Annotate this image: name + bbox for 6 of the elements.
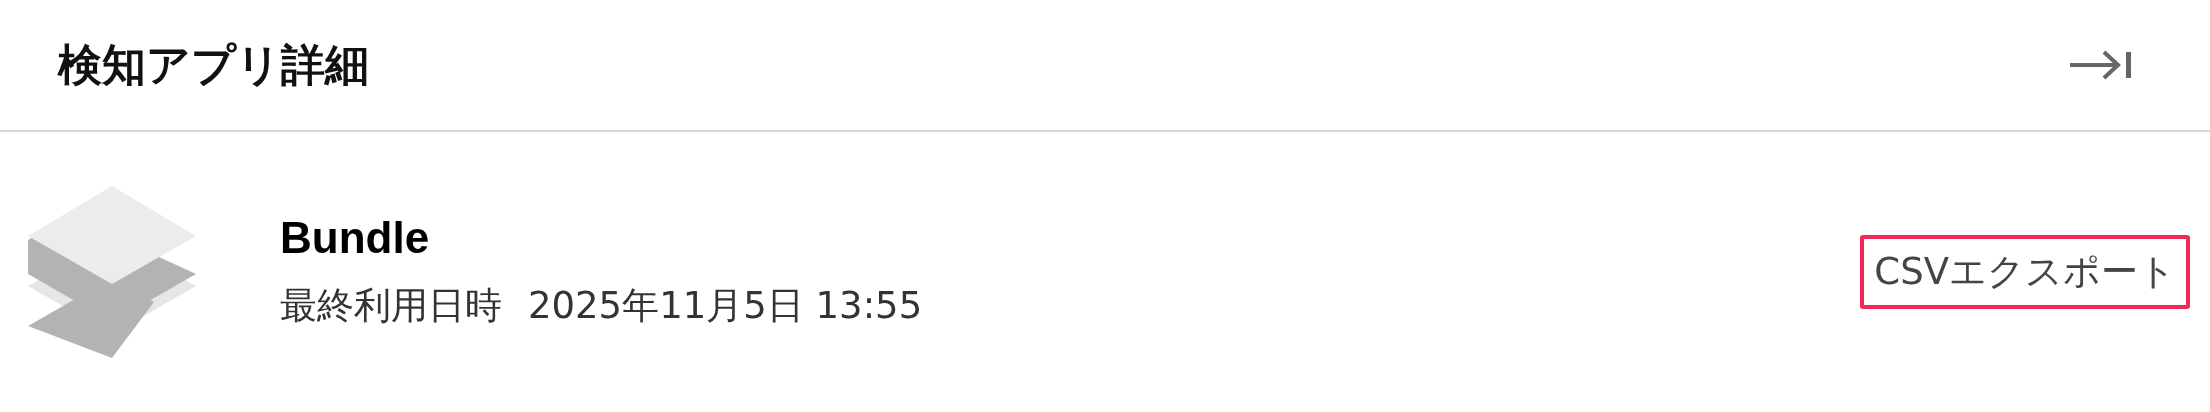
app-name: Bundle — [280, 213, 431, 263]
layers-icon — [28, 186, 196, 358]
csv-export-button[interactable]: CSVエクスポート — [1860, 235, 2190, 309]
last-used-value: 2025年11月5日 13:55 — [528, 283, 923, 329]
last-used-label: 最終利用日時 — [280, 283, 502, 329]
panel-title: 検知アプリ詳細 — [58, 37, 369, 92]
